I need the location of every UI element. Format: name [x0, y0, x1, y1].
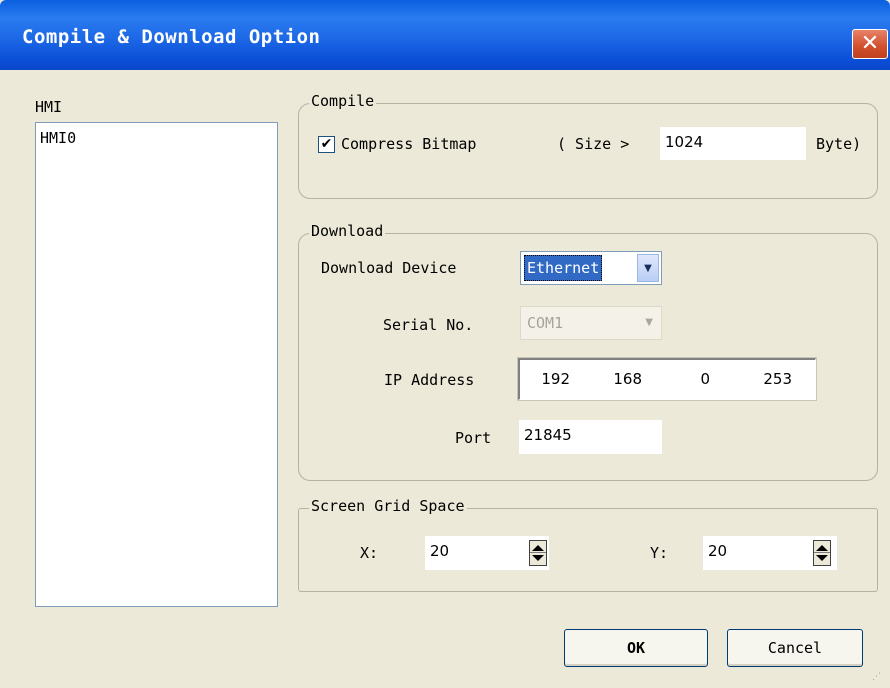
- grid-y-spinner[interactable]: [813, 540, 831, 566]
- size-prefix-label: ( Size >: [557, 135, 630, 153]
- serial-no-value: COM1: [527, 314, 564, 332]
- download-device-label: Download Device: [321, 259, 457, 277]
- spin-up-icon[interactable]: [532, 545, 544, 551]
- ip-octet-2[interactable]: 168: [602, 360, 642, 398]
- grid-y-label: Y:: [650, 544, 669, 562]
- bitmap-size-input[interactable]: 1024: [660, 127, 806, 160]
- port-label: Port: [455, 429, 492, 447]
- ip-address-label: IP Address: [384, 371, 475, 389]
- hmi-list-label: HMI: [35, 98, 63, 116]
- checkmark-icon: ✔: [320, 136, 333, 152]
- serial-no-select: COM1 ▼: [520, 306, 662, 340]
- spin-down-icon[interactable]: [816, 555, 828, 561]
- ip-octet-3[interactable]: 0: [680, 360, 710, 398]
- compress-bitmap-checkbox[interactable]: ✔: [318, 136, 335, 153]
- grid-x-spinner[interactable]: [529, 540, 547, 566]
- window-title: Compile & Download Option: [22, 26, 321, 48]
- compile-legend: Compile: [309, 92, 377, 110]
- download-device-value: Ethernet: [524, 255, 603, 281]
- chevron-down-icon: ▼: [645, 317, 653, 328]
- download-device-select[interactable]: Ethernet ▼: [520, 251, 662, 285]
- resize-grip-icon[interactable]: ⋰: [872, 672, 881, 682]
- ip-address-input[interactable]: 192 168 0 253: [517, 357, 817, 401]
- grid-x-label: X:: [360, 544, 379, 562]
- spin-up-icon[interactable]: [816, 545, 828, 551]
- size-unit-label: Byte): [816, 135, 862, 153]
- port-input[interactable]: 21845: [519, 420, 662, 454]
- hmi-listbox[interactable]: HMI0: [35, 122, 278, 607]
- close-icon: ✕: [860, 31, 880, 56]
- ok-button[interactable]: OK: [564, 629, 708, 667]
- chevron-down-icon[interactable]: ▼: [637, 254, 659, 282]
- grid-space-legend: Screen Grid Space: [309, 497, 467, 515]
- cancel-button[interactable]: Cancel: [727, 629, 863, 667]
- compress-bitmap-label: Compress Bitmap: [341, 135, 477, 153]
- spin-down-icon[interactable]: [532, 555, 544, 561]
- ip-octet-4[interactable]: 253: [752, 360, 792, 398]
- close-button[interactable]: ✕: [852, 29, 888, 59]
- ip-octet-1[interactable]: 192: [530, 360, 570, 398]
- download-legend: Download: [309, 222, 386, 240]
- list-item[interactable]: HMI0: [40, 129, 76, 147]
- serial-no-label: Serial No.: [383, 316, 474, 334]
